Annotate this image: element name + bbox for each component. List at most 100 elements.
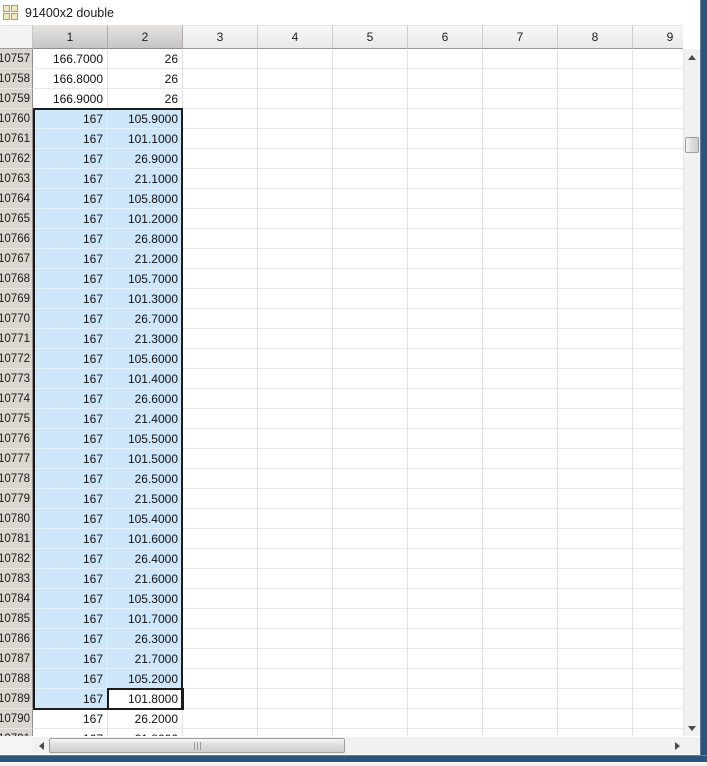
cell-10768-c2[interactable]: 105.7000: [108, 269, 183, 289]
cell-10781-c1[interactable]: 167: [33, 529, 108, 549]
cell-10788-c1[interactable]: 167: [33, 669, 108, 689]
cell-10790-c2[interactable]: 26.2000: [108, 709, 183, 729]
cell-10789-c1[interactable]: 167: [33, 689, 108, 709]
cell-10784-c8[interactable]: [558, 589, 633, 609]
cell-10773-c5[interactable]: [333, 369, 408, 389]
cell-10765-c5[interactable]: [333, 209, 408, 229]
cell-10778-c2[interactable]: 26.5000: [108, 469, 183, 489]
cell-10785-c6[interactable]: [408, 609, 483, 629]
cell-10764-c1[interactable]: 167: [33, 189, 108, 209]
cell-10763-c3[interactable]: [183, 169, 258, 189]
cell-10783-c2[interactable]: 21.6000: [108, 569, 183, 589]
cell-10763-c7[interactable]: [483, 169, 558, 189]
row-header-10762[interactable]: 10762: [0, 149, 33, 169]
cell-10788-c2[interactable]: 105.2000: [108, 669, 183, 689]
cell-10791-c1[interactable]: 167: [33, 729, 108, 736]
cell-10767-c7[interactable]: [483, 249, 558, 269]
row-header-10773[interactable]: 10773: [0, 369, 33, 389]
cell-10787-c3[interactable]: [183, 649, 258, 669]
cell-10774-c3[interactable]: [183, 389, 258, 409]
cell-10767-c9[interactable]: [633, 249, 683, 269]
cell-10771-c8[interactable]: [558, 329, 633, 349]
cell-10761-c1[interactable]: 167: [33, 129, 108, 149]
cell-10790-c1[interactable]: 167: [33, 709, 108, 729]
cell-10785-c5[interactable]: [333, 609, 408, 629]
cell-10777-c2[interactable]: 101.5000: [108, 449, 183, 469]
cell-10761-c3[interactable]: [183, 129, 258, 149]
cell-10778-c9[interactable]: [633, 469, 683, 489]
cell-10759-c5[interactable]: [333, 89, 408, 109]
cell-10789-c3[interactable]: [183, 689, 258, 709]
cell-10775-c5[interactable]: [333, 409, 408, 429]
cell-10783-c3[interactable]: [183, 569, 258, 589]
cell-10778-c1[interactable]: 167: [33, 469, 108, 489]
cell-10757-c8[interactable]: [558, 49, 633, 69]
cell-10761-c7[interactable]: [483, 129, 558, 149]
cell-10765-c6[interactable]: [408, 209, 483, 229]
cell-10767-c1[interactable]: 167: [33, 249, 108, 269]
cell-10772-c7[interactable]: [483, 349, 558, 369]
cell-10779-c5[interactable]: [333, 489, 408, 509]
cell-10768-c6[interactable]: [408, 269, 483, 289]
cell-10786-c2[interactable]: 26.3000: [108, 629, 183, 649]
cell-10788-c9[interactable]: [633, 669, 683, 689]
cell-10781-c6[interactable]: [408, 529, 483, 549]
cell-10771-c3[interactable]: [183, 329, 258, 349]
cell-10784-c2[interactable]: 105.3000: [108, 589, 183, 609]
cell-10762-c5[interactable]: [333, 149, 408, 169]
cell-10784-c1[interactable]: 167: [33, 589, 108, 609]
cell-10774-c7[interactable]: [483, 389, 558, 409]
column-header-7[interactable]: 7: [483, 25, 558, 49]
cell-10772-c8[interactable]: [558, 349, 633, 369]
cell-10762-c9[interactable]: [633, 149, 683, 169]
cell-10763-c2[interactable]: 21.1000: [108, 169, 183, 189]
cell-10777-c7[interactable]: [483, 449, 558, 469]
cell-10784-c3[interactable]: [183, 589, 258, 609]
cell-10764-c9[interactable]: [633, 189, 683, 209]
cell-10769-c6[interactable]: [408, 289, 483, 309]
column-header-8[interactable]: 8: [558, 25, 633, 49]
cell-10770-c3[interactable]: [183, 309, 258, 329]
cell-10784-c4[interactable]: [258, 589, 333, 609]
cell-10766-c4[interactable]: [258, 229, 333, 249]
cell-10777-c4[interactable]: [258, 449, 333, 469]
cell-10784-c6[interactable]: [408, 589, 483, 609]
cell-10773-c7[interactable]: [483, 369, 558, 389]
row-header-10769[interactable]: 10769: [0, 289, 33, 309]
cell-10766-c9[interactable]: [633, 229, 683, 249]
cell-10790-c9[interactable]: [633, 709, 683, 729]
cell-10778-c8[interactable]: [558, 469, 633, 489]
scroll-down-button[interactable]: [684, 720, 700, 736]
row-header-10767[interactable]: 10767: [0, 249, 33, 269]
cell-10775-c3[interactable]: [183, 409, 258, 429]
cell-10770-c1[interactable]: 167: [33, 309, 108, 329]
cell-10774-c4[interactable]: [258, 389, 333, 409]
cell-10761-c4[interactable]: [258, 129, 333, 149]
column-header-4[interactable]: 4: [258, 25, 333, 49]
cell-10769-c2[interactable]: 101.3000: [108, 289, 183, 309]
cell-10776-c7[interactable]: [483, 429, 558, 449]
cell-10764-c2[interactable]: 105.8000: [108, 189, 183, 209]
column-header-2[interactable]: 2: [108, 25, 183, 49]
cell-10767-c8[interactable]: [558, 249, 633, 269]
cell-10768-c4[interactable]: [258, 269, 333, 289]
cell-10766-c2[interactable]: 26.8000: [108, 229, 183, 249]
cell-10773-c9[interactable]: [633, 369, 683, 389]
row-header-10781[interactable]: 10781: [0, 529, 33, 549]
cell-10758-c8[interactable]: [558, 69, 633, 89]
cell-10775-c1[interactable]: 167: [33, 409, 108, 429]
cell-10778-c3[interactable]: [183, 469, 258, 489]
cell-10757-c1[interactable]: 166.7000: [33, 49, 108, 69]
cell-10780-c1[interactable]: 167: [33, 509, 108, 529]
scroll-left-button[interactable]: [33, 737, 49, 754]
cell-10782-c7[interactable]: [483, 549, 558, 569]
cell-10773-c3[interactable]: [183, 369, 258, 389]
cell-10758-c7[interactable]: [483, 69, 558, 89]
cell-10787-c1[interactable]: 167: [33, 649, 108, 669]
cell-10764-c4[interactable]: [258, 189, 333, 209]
cell-10761-c5[interactable]: [333, 129, 408, 149]
cell-10787-c8[interactable]: [558, 649, 633, 669]
cell-10780-c4[interactable]: [258, 509, 333, 529]
cell-10770-c8[interactable]: [558, 309, 633, 329]
cell-10772-c5[interactable]: [333, 349, 408, 369]
